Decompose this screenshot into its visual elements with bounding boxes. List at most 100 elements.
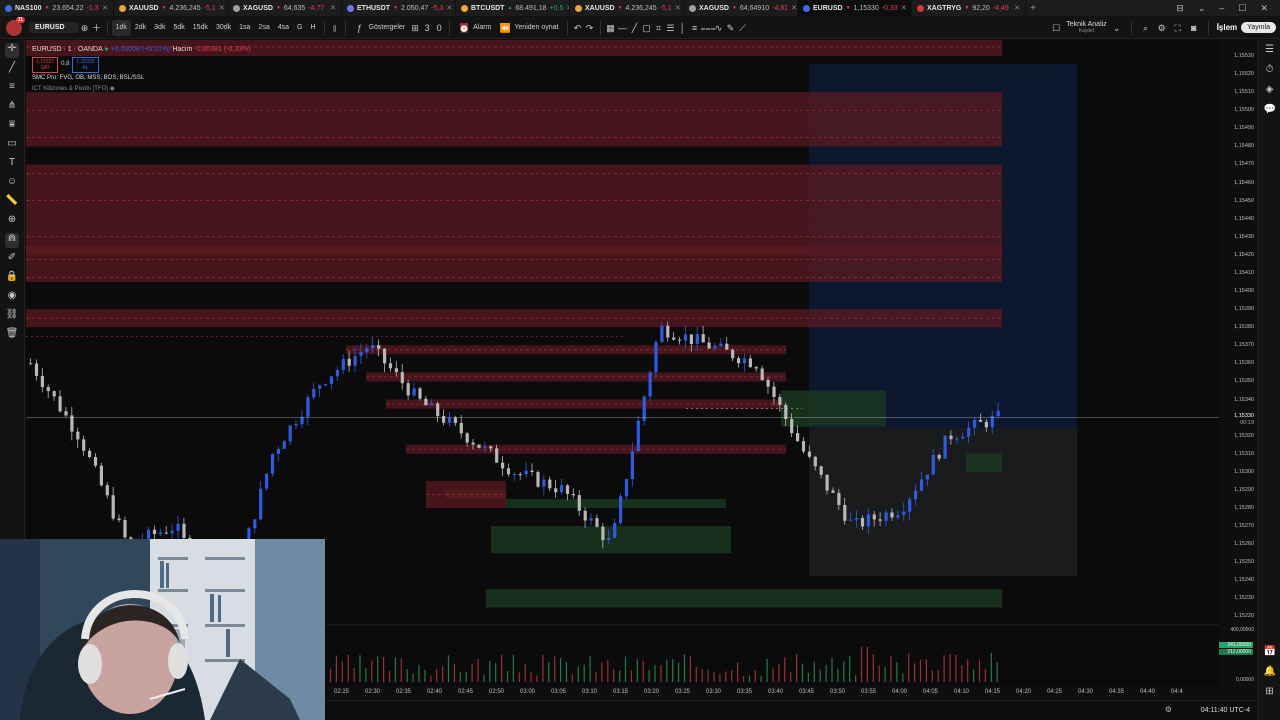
replay-button[interactable]: ⏪ Yeniden oynat: [495, 17, 562, 39]
parallel-icon[interactable]: ≡: [689, 22, 701, 34]
close-tab-icon[interactable]: ✕: [219, 4, 225, 12]
text-tool-icon[interactable]: T: [5, 157, 19, 172]
close-tab-icon[interactable]: ✕: [901, 4, 907, 12]
settings-small-icon[interactable]: ⚙: [1165, 705, 1172, 714]
wave-icon[interactable]: ∿: [713, 22, 725, 34]
maximize-icon[interactable]: ☐: [1238, 3, 1246, 14]
search-icon[interactable]: ⌕: [1140, 22, 1152, 34]
measure-tool-icon[interactable]: 📏: [5, 195, 19, 210]
eye-icon[interactable]: ◉: [5, 290, 19, 305]
magnet-icon[interactable]: ⋒: [5, 233, 19, 248]
interval-1sa[interactable]: 1sa: [235, 17, 254, 39]
close-tab-icon[interactable]: ✕: [446, 4, 452, 12]
symbol-tab[interactable]: NAS100 ▼ 23.654,22 -1,3 ✕: [0, 0, 114, 17]
interval-15dk[interactable]: 15dk: [189, 17, 212, 39]
indicator-count-b[interactable]: 0: [433, 22, 445, 34]
publish-button[interactable]: Yayınla: [1241, 22, 1276, 33]
ruler-icon[interactable]: ⟋: [737, 22, 749, 34]
interval-30dk[interactable]: 30dk: [212, 17, 235, 39]
interval-1dk[interactable]: 1dk: [111, 19, 131, 36]
apps-grid-icon[interactable]: ⊞: [1264, 686, 1276, 698]
settings-icon[interactable]: ⚙: [1156, 22, 1168, 34]
lines-icon[interactable]: ☰: [665, 22, 677, 34]
fib-icon[interactable]: ⩶: [701, 22, 716, 34]
calendar-icon[interactable]: 📅: [1264, 646, 1276, 658]
close-tab-icon[interactable]: ✕: [675, 4, 681, 12]
layers-icon[interactable]: ◈: [1264, 84, 1276, 96]
checkbox-icon[interactable]: ☐: [1050, 22, 1062, 34]
trendline-tool-icon[interactable]: ╱: [5, 62, 19, 77]
emoji-tool-icon[interactable]: ☺: [5, 176, 19, 191]
interval-2sa[interactable]: 2sa: [254, 17, 273, 39]
undo-icon[interactable]: ↶: [572, 22, 584, 34]
watchlist-icon[interactable]: ☰: [1264, 44, 1276, 56]
close-tab-icon[interactable]: ✕: [791, 4, 797, 12]
interval-H[interactable]: H: [306, 17, 319, 39]
symbol-tab[interactable]: XAGUSD ▼ 64,64910 -4,81 ✕: [684, 0, 798, 17]
layout-icon[interactable]: ⊞: [409, 22, 421, 34]
crosshair-icon[interactable]: ✛: [5, 43, 19, 58]
pin-icon[interactable]: ⊟: [1176, 3, 1184, 14]
sell-button[interactable]: 1,15327 SAT: [32, 57, 59, 73]
rectangle-icon[interactable]: ▢: [641, 22, 653, 34]
hlines-tool-icon[interactable]: ≡: [5, 81, 19, 96]
redo-icon[interactable]: ↷: [584, 22, 596, 34]
vline-icon[interactable]: │: [677, 22, 689, 34]
fib-tool-icon[interactable]: ⩸: [5, 119, 19, 134]
brush-icon[interactable]: ✎: [725, 22, 737, 34]
add-symbol-icon[interactable]: ＋: [91, 22, 103, 34]
shapes-tool-icon[interactable]: ▭: [5, 138, 19, 153]
indicator-smc[interactable]: SMC Pro: FVG, OB, MSS, BOS, BSL/SSL: [32, 73, 251, 84]
interval-G[interactable]: G: [293, 17, 306, 39]
menu-icon[interactable]: ⌄: [1198, 3, 1206, 14]
trade-button[interactable]: İşlem: [1217, 23, 1237, 32]
time-axis[interactable]: 02:25 02:30 02:35 02:40 02:45 02:50 03:00 03:05…: [326, 686, 1258, 700]
technical-analysis-button[interactable]: Teknik Analiz Kaydet: [1066, 21, 1106, 35]
new-tab-icon[interactable]: +: [1026, 3, 1040, 14]
close-tab-icon[interactable]: ✕: [102, 4, 108, 12]
alarm-button[interactable]: ⏰ Alarm: [454, 17, 495, 39]
zoom-tool-icon[interactable]: ⊕: [5, 214, 19, 229]
close-tab-icon[interactable]: ✕: [330, 4, 336, 12]
symbol-tab[interactable]: EURUSD ▼ 1,15330 -0,33 ✕: [798, 0, 912, 17]
grid-icon[interactable]: ▦: [605, 22, 617, 34]
buy-button[interactable]: 1,15335 AL: [72, 57, 99, 73]
candle-type-icon[interactable]: ⫾: [329, 22, 341, 34]
indicator-count-a[interactable]: 3: [421, 22, 433, 34]
compare-icon[interactable]: ⊕: [79, 22, 91, 34]
indicator-ict[interactable]: ICT Killzones & Pivots [TFO] ◉: [32, 84, 251, 95]
trendline-icon[interactable]: ╱: [629, 22, 641, 34]
close-tab-icon[interactable]: ✕: [1014, 4, 1020, 12]
symbol-tab[interactable]: ETHUSDT ▼ 2.050,47 -5,3 ✕: [342, 0, 456, 17]
indicators-button[interactable]: ƒ Göstergeler: [350, 17, 410, 39]
visibility-icon[interactable]: ◉: [110, 86, 115, 92]
pitchfork-tool-icon[interactable]: ⋔: [5, 100, 19, 115]
symbol-tab[interactable]: XAUUSD ▼ 4.236,245 -5,1 ✕: [114, 0, 228, 17]
symbol-tab[interactable]: XAGTRYG ▼ 92,20 -4,49 ✕: [912, 0, 1026, 17]
interval-2dk[interactable]: 2dk: [131, 17, 150, 39]
symbol-tab[interactable]: BTCUSDT▲68.491,18+0,5✕: [456, 0, 570, 17]
minimize-icon[interactable]: –: [1219, 3, 1224, 14]
interval-4sa[interactable]: 4sa: [274, 17, 293, 39]
chat-icon[interactable]: 💬: [1264, 104, 1276, 116]
pattern-icon[interactable]: ⌗: [653, 22, 665, 34]
chevron-down-icon[interactable]: ⌄: [1111, 22, 1123, 34]
lock-icon[interactable]: 🔒: [5, 271, 19, 286]
camera-icon[interactable]: ◙: [1188, 22, 1200, 34]
link-icon[interactable]: ⛓: [5, 309, 19, 324]
stay-drawing-icon[interactable]: ✐: [5, 252, 19, 267]
symbol-search-button[interactable]: EURUSD: [29, 22, 79, 33]
hline-icon[interactable]: —: [617, 22, 629, 34]
symbol-tab[interactable]: XAGUSD ▼ 64,635 -4,77 ✕: [228, 0, 342, 17]
fullscreen-icon[interactable]: ⛶: [1172, 22, 1184, 34]
close-window-icon[interactable]: ✕: [1260, 3, 1268, 14]
utc-clock[interactable]: 04:11:40 UTC-4: [1201, 707, 1250, 714]
notifications-icon[interactable]: 🔔: [1264, 666, 1276, 678]
alerts-icon[interactable]: ⏱: [1264, 64, 1276, 76]
price-axis[interactable]: 1,15530 1,15520 1,15510 1,15500 1,15490 1,154…: [1219, 40, 1258, 686]
trash-icon[interactable]: 🗑: [5, 328, 19, 343]
user-avatar[interactable]: 11: [6, 16, 25, 36]
interval-3dk[interactable]: 3dk: [150, 17, 169, 39]
symbol-tab[interactable]: XAUUSD ▼ 4.236,245 -5,1 ✕: [570, 0, 684, 17]
interval-5dk[interactable]: 5dk: [169, 17, 188, 39]
